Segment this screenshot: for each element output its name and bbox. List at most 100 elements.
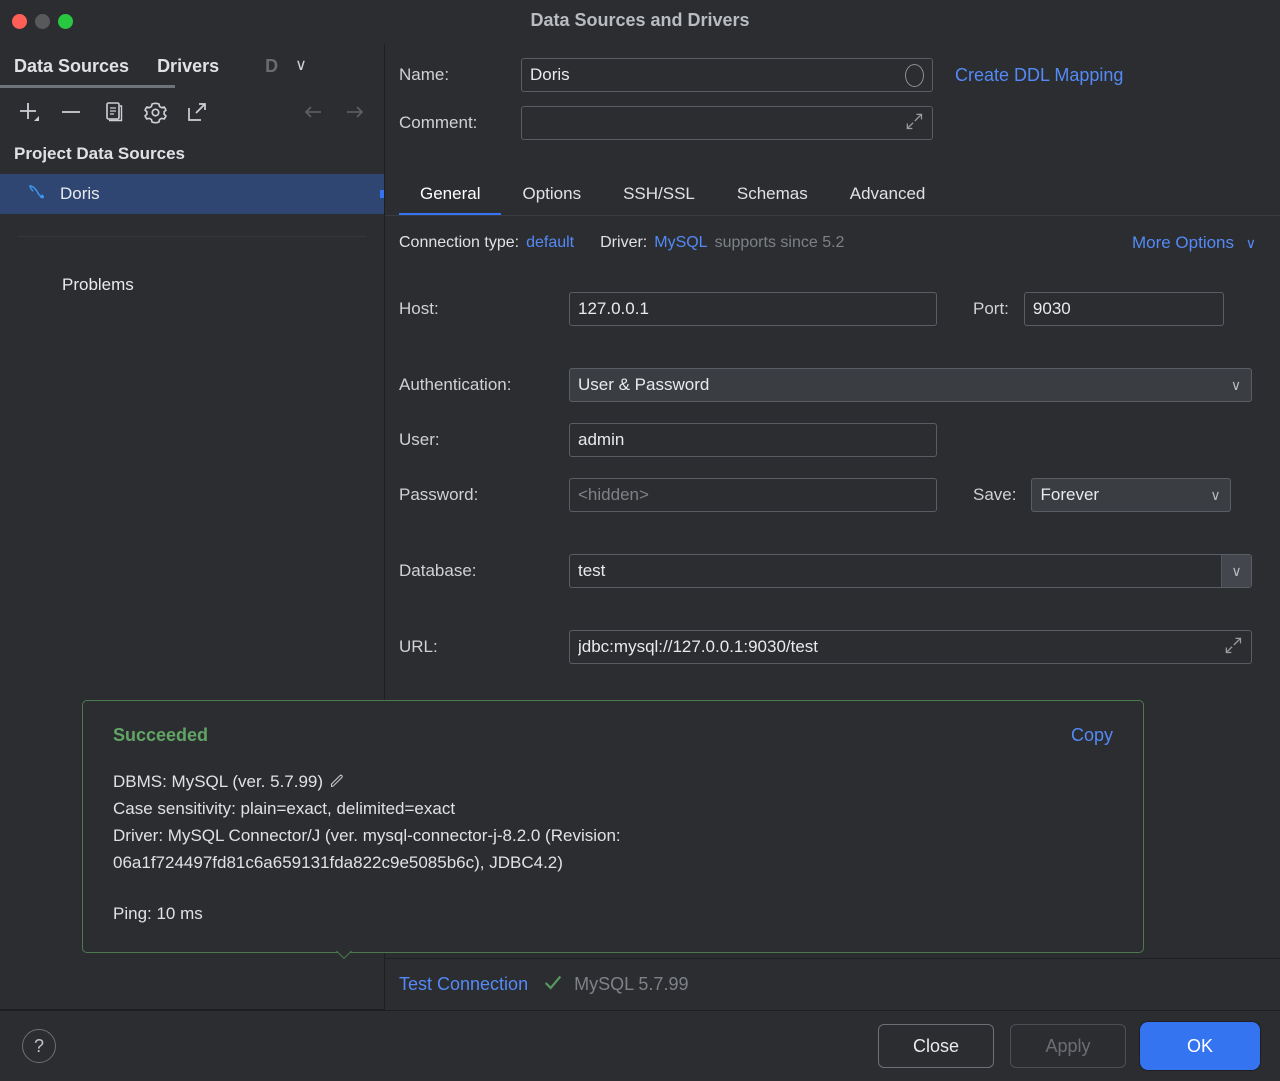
driver-support-note: supports since 5.2 <box>715 234 845 252</box>
name-label: Name: <box>399 65 521 85</box>
user-input-value: admin <box>578 430 928 450</box>
test-connection-version: MySQL 5.7.99 <box>574 974 688 995</box>
expand-icon[interactable] <box>904 111 924 136</box>
name-row: Name: Doris Create DDL Mapping <box>399 58 1280 92</box>
user-input[interactable]: admin <box>569 423 937 457</box>
sidebar-item-doris[interactable]: Doris <box>0 174 384 214</box>
url-label: URL: <box>399 637 569 657</box>
sidebar-toolbar <box>0 88 384 136</box>
host-input-value: 127.0.0.1 <box>578 299 928 319</box>
copy-button[interactable]: Copy <box>1071 725 1113 746</box>
user-row: User: admin <box>399 423 1280 457</box>
sidebar-item-problems[interactable]: Problems <box>0 237 384 295</box>
popup-line-driver-1: Driver: MySQL Connector/J (ver. mysql-co… <box>113 822 1113 849</box>
color-circle-icon[interactable] <box>905 64 924 87</box>
remove-data-source-button[interactable] <box>58 99 84 125</box>
name-input-value: Doris <box>530 65 905 85</box>
test-connection-link[interactable]: Test Connection <box>399 974 528 995</box>
port-label: Port: <box>973 299 1009 319</box>
tab-options[interactable]: Options <box>501 184 602 216</box>
port-input-value: 9030 <box>1033 299 1215 319</box>
name-input[interactable]: Doris <box>521 58 933 92</box>
tab-advanced[interactable]: Advanced <box>829 184 947 216</box>
password-input[interactable]: <hidden> <box>569 478 937 512</box>
database-label: Database: <box>399 561 569 581</box>
duplicate-data-source-button[interactable] <box>100 99 126 125</box>
popup-arrow <box>331 951 357 965</box>
host-label: Host: <box>399 299 569 319</box>
titlebar: Data Sources and Drivers <box>0 0 1280 44</box>
tab-ssh-ssl[interactable]: SSH/SSL <box>602 184 716 216</box>
popup-line-dbms-text: DBMS: MySQL (ver. 5.7.99) <box>113 772 323 791</box>
popup-status-title: Succeeded <box>113 725 1071 746</box>
dialog-footer: ? Close Apply OK <box>0 1010 1280 1081</box>
close-button[interactable]: Close <box>878 1024 994 1068</box>
popup-header: Succeeded Copy <box>113 725 1113 746</box>
selection-indicator <box>380 190 384 198</box>
popup-line-case-sensitivity: Case sensitivity: plain=exact, delimited… <box>113 795 1113 822</box>
sidebar-item-label: Doris <box>60 184 100 204</box>
sidebar-tab-drivers[interactable]: Drivers <box>157 44 239 88</box>
apply-button: Apply <box>1010 1024 1126 1068</box>
pencil-icon[interactable] <box>328 772 345 791</box>
import-export-button[interactable] <box>184 99 210 125</box>
popup-line-dbms: DBMS: MySQL (ver. 5.7.99) <box>113 768 1113 795</box>
chevron-down-icon[interactable]: ∨ <box>295 44 307 88</box>
navigate-back-button[interactable] <box>300 99 326 125</box>
navigate-forward-button[interactable] <box>342 99 368 125</box>
data-sources-and-drivers-window: Data Sources and Drivers Data Sources Dr… <box>0 0 1280 1081</box>
sidebar-tab-data-sources[interactable]: Data Sources <box>14 44 157 88</box>
authentication-row: Authentication: User & Password ∨ <box>399 368 1280 402</box>
save-value: Forever <box>1040 485 1200 505</box>
comment-input[interactable] <box>521 106 933 140</box>
connection-type-value[interactable]: default <box>526 234 574 252</box>
tabs-rule <box>385 215 1280 216</box>
driver-value-link[interactable]: MySQL <box>654 234 707 252</box>
port-input[interactable]: 9030 <box>1024 292 1224 326</box>
sidebar-group-title: Project Data Sources <box>0 136 384 174</box>
connection-fields: Host: 127.0.0.1 Port: 9030 Authenticatio… <box>385 252 1280 664</box>
authentication-label: Authentication: <box>399 375 569 395</box>
database-row: Database: test ∨ <box>399 554 1280 588</box>
window-title: Data Sources and Drivers <box>0 10 1280 31</box>
authentication-select[interactable]: User & Password ∨ <box>569 368 1252 402</box>
url-input-value: jdbc:mysql://127.0.0.1:9030/test <box>578 637 1223 657</box>
password-row: Password: <hidden> Save: Forever ∨ <box>399 478 1280 512</box>
help-button[interactable]: ? <box>22 1029 56 1063</box>
host-input[interactable]: 127.0.0.1 <box>569 292 937 326</box>
connection-type-label: Connection type: <box>399 234 519 252</box>
authentication-value: User & Password <box>578 375 1221 395</box>
save-select[interactable]: Forever ∨ <box>1031 478 1231 512</box>
url-row: URL: jdbc:mysql://127.0.0.1:9030/test <box>399 630 1280 664</box>
expand-icon[interactable] <box>1223 635 1243 660</box>
add-data-source-button[interactable] <box>16 99 42 125</box>
popup-line-driver-2: 06a1f724497fd81c6a659131fda822c9e5085b6c… <box>113 849 1113 876</box>
popup-spacer <box>113 876 1113 900</box>
chevron-down-icon: ∨ <box>1200 487 1230 504</box>
tab-general[interactable]: General <box>399 184 501 216</box>
popup-line-ping: Ping: 10 ms <box>113 900 1113 927</box>
chevron-down-icon: ∨ <box>1221 555 1251 587</box>
sidebar-tab-ddl-mappings[interactable]: D <box>265 44 285 88</box>
mysql-dolphin-icon <box>26 181 48 208</box>
test-connection-bar: Test Connection MySQL 5.7.99 <box>385 958 1280 1010</box>
ok-button[interactable]: OK <box>1142 1024 1258 1068</box>
sidebar-tab-underline <box>0 85 175 88</box>
database-select[interactable]: test ∨ <box>569 554 1252 588</box>
connection-result-popup: Succeeded Copy DBMS: MySQL (ver. 5.7.99)… <box>82 700 1144 953</box>
comment-row: Comment: <box>399 106 1280 140</box>
settings-gear-button[interactable] <box>142 99 168 125</box>
driver-label: Driver: <box>600 234 647 252</box>
popup-details: DBMS: MySQL (ver. 5.7.99) Case sensitivi… <box>113 768 1113 927</box>
sidebar-bottom-rule <box>0 1009 384 1010</box>
chevron-down-icon: ∨ <box>1246 235 1256 251</box>
more-options-button[interactable]: More Options ∨ <box>1132 233 1256 253</box>
url-input[interactable]: jdbc:mysql://127.0.0.1:9030/test <box>569 630 1252 664</box>
save-label: Save: <box>973 485 1016 505</box>
create-ddl-mapping-link[interactable]: Create DDL Mapping <box>955 65 1123 86</box>
identity-form: Name: Doris Create DDL Mapping Comment: <box>385 44 1280 154</box>
sidebar-tabs: Data Sources Drivers D ∨ <box>0 44 384 88</box>
detail-tabs: General Options SSH/SSL Schemas Advanced <box>385 168 1280 216</box>
chevron-down-icon: ∨ <box>1221 377 1251 394</box>
tab-schemas[interactable]: Schemas <box>716 184 829 216</box>
